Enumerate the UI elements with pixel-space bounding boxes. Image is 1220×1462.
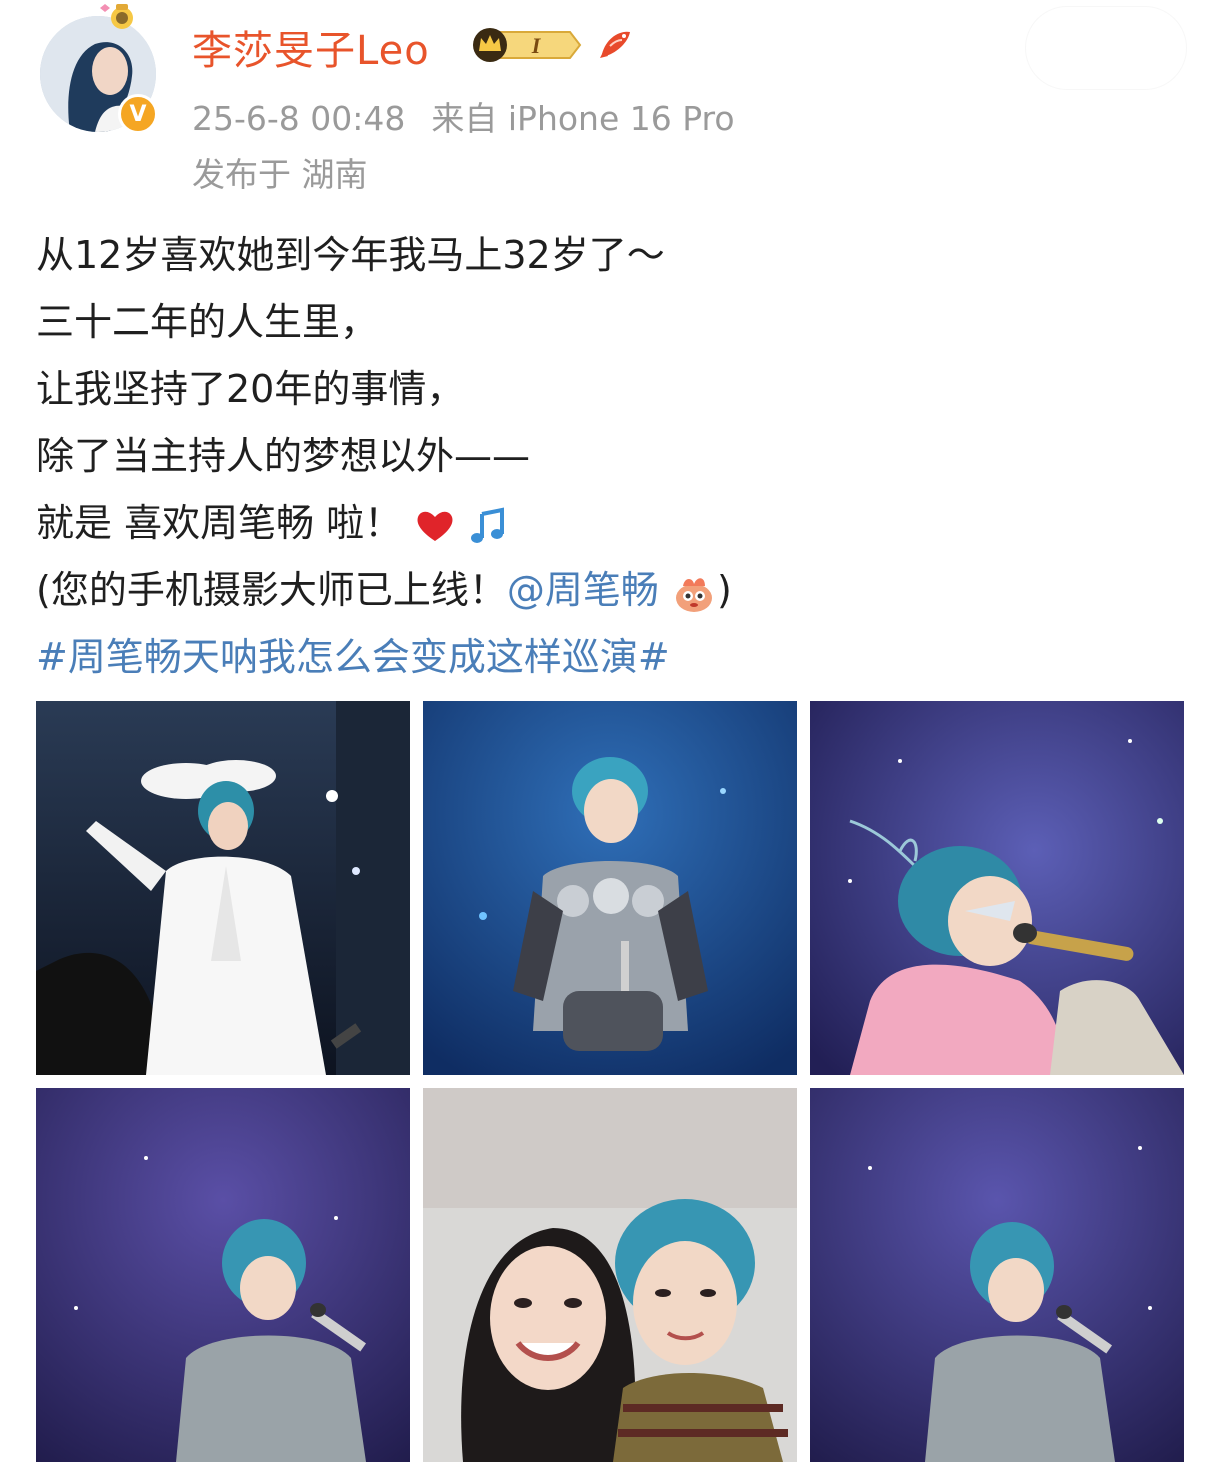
- post-meta: 25-6-8 00:48 来自 iPhone 16 Pro: [192, 92, 761, 140]
- body-line-with-emoji: 就是 喜欢周笔畅 啦！: [36, 490, 1196, 557]
- body-line: 让我坚持了20年的事情，: [36, 367, 465, 411]
- post-location: 发布于 湖南: [192, 155, 368, 194]
- timestamp: 25-6-8 00:48: [192, 99, 406, 138]
- body-line-text: (您的手机摄影大师已上线！: [36, 568, 507, 612]
- cute-sticker-icon: [675, 577, 712, 612]
- post-header: V 李莎旻子Leo I 25-6-8 00:48 来自 iPhone 16 Pro…: [0, 0, 1220, 200]
- music-note-icon: [471, 507, 505, 543]
- photo-selfie-two-women[interactable]: [423, 1088, 797, 1462]
- post-body: 从12岁喜欢她到今年我马上32岁了～ 三十二年的人生里， 让我坚持了20年的事情…: [36, 222, 1196, 691]
- photo-white-suit-stage[interactable]: [36, 701, 410, 1075]
- post-source: 来自 iPhone 16 Pro: [431, 99, 735, 138]
- verified-icon: V: [118, 94, 158, 134]
- body-line: 三十二年的人生里，: [36, 300, 379, 344]
- photo-grid: [36, 701, 1184, 1462]
- avatar-decoration-icon: [100, 4, 133, 29]
- body-line-text: 就是 喜欢周笔畅 啦！: [36, 501, 403, 545]
- koi-fish-icon: [600, 31, 630, 58]
- body-line-text: ): [716, 568, 732, 612]
- username[interactable]: 李莎旻子Leo: [192, 18, 430, 76]
- vip-level-text: I: [531, 33, 542, 58]
- mention-link[interactable]: @周笔畅: [507, 568, 659, 612]
- follow-button-placeholder[interactable]: [1025, 6, 1187, 90]
- body-line: 除了当主持人的梦想以外——: [36, 434, 531, 478]
- hashtag-link[interactable]: #周笔畅天呐我怎么会变成这样巡演#: [36, 624, 1196, 691]
- photo-singing-pink-fur[interactable]: [810, 701, 1184, 1075]
- photo-silver-armor-stage[interactable]: [423, 701, 797, 1075]
- body-line: 从12岁喜欢她到今年我马上32岁了～: [36, 233, 665, 277]
- photo-gray-shirt-singing-2[interactable]: [810, 1088, 1184, 1462]
- red-heart-icon: [417, 511, 453, 541]
- photo-gray-shirt-singing[interactable]: [36, 1088, 410, 1462]
- body-line-mention: (您的手机摄影大师已上线！@周笔畅 ): [36, 557, 1196, 624]
- vip-crown-badge-icon[interactable]: I: [470, 26, 582, 64]
